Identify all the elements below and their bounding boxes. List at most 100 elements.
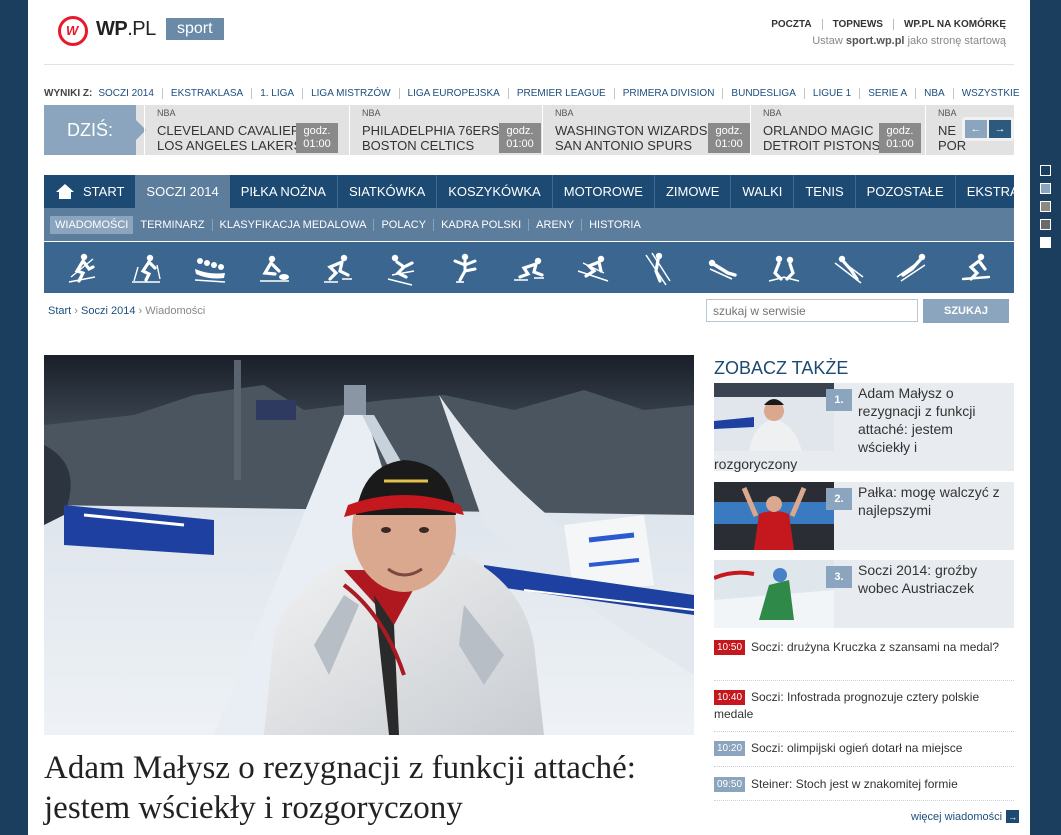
related-article[interactable]: 2. Pałka: mogę walczyć z najlepszymi: [714, 482, 1014, 550]
results-link[interactable]: 1. LIGA: [251, 88, 302, 99]
speed-skating-icon[interactable]: [318, 249, 356, 287]
logo-text: WP.PL: [96, 17, 156, 40]
game-time: godz. 01:00: [296, 123, 338, 153]
results-label: WYNIKI Z:: [44, 88, 93, 99]
news-item[interactable]: 09:50 Steiner: Stoch jest w znakomitej fo…: [714, 776, 1014, 793]
page-dot[interactable]: [1040, 165, 1051, 176]
results-link[interactable]: LIGUE 1: [803, 88, 859, 99]
breadcrumb-start[interactable]: Start: [48, 305, 71, 317]
related-title-tail: rozgoryczony: [714, 456, 798, 472]
news-divider: [714, 766, 1014, 767]
subnav-item-areny[interactable]: ARENY: [528, 218, 581, 231]
related-thumbnail: [714, 482, 834, 550]
wp-logo-icon: W: [54, 10, 94, 48]
ski-jumping-icon[interactable]: [638, 249, 676, 287]
game-card[interactable]: NBA CLEVELAND CAVALIERS LOS ANGELES LAKE…: [144, 105, 342, 155]
game-time: godz. 01:00: [499, 123, 541, 153]
news-item[interactable]: 10:20 Soczi: olimpijski ogień dotarł na m…: [714, 740, 1014, 757]
nav-item-zimowe[interactable]: ZIMOWE: [653, 175, 730, 208]
curling-icon[interactable]: [255, 249, 293, 287]
main-nav: START SOCZI 2014 PIŁKA NOŻNA SIATKÓWKA K…: [44, 175, 1019, 208]
results-link[interactable]: EKSTRAKLASA: [161, 88, 251, 99]
game-card[interactable]: NBA PHILADELPHIA 76ERS BOSTON CELTICS go…: [349, 105, 545, 155]
search-button[interactable]: SZUKAJ: [923, 299, 1009, 323]
nav-item-koszykowka[interactable]: KOSZYKÓWKA: [436, 175, 551, 208]
top-link-mobile[interactable]: WP.PL NA KOMÓRKĘ: [892, 19, 1006, 30]
hero-image[interactable]: [44, 355, 694, 735]
luge-icon[interactable]: [702, 249, 740, 287]
article-headline[interactable]: Adam Małysz o rezygnacji z funkcji attac…: [44, 748, 694, 828]
nav-item-start[interactable]: START: [44, 175, 135, 208]
news-item[interactable]: 10:40 Soczi: Infostrada prognozuje cztery…: [714, 689, 1014, 723]
nav-item-pilka-nozna[interactable]: PIŁKA NOŻNA: [230, 175, 337, 208]
results-link[interactable]: WSZYSTKIE: [952, 88, 1028, 99]
ice-hockey-icon[interactable]: [765, 249, 803, 287]
related-article[interactable]: 1. Adam Małysz o rezygnacji z funkcji at…: [714, 383, 1014, 472]
results-link[interactable]: SOCZI 2014: [98, 88, 162, 99]
short-track-icon[interactable]: [510, 249, 548, 287]
today-label: DZIŚ:: [44, 105, 146, 155]
arrow-left-icon[interactable]: ←: [965, 120, 987, 138]
wp-logo[interactable]: W WP.PL: [54, 10, 156, 48]
biathlon-icon[interactable]: [63, 249, 101, 287]
nav-item-siatkowka[interactable]: SIATKÓWKA: [336, 175, 436, 208]
news-divider: [714, 800, 1014, 801]
bobsleigh-icon[interactable]: [191, 249, 229, 287]
skeleton-icon[interactable]: [893, 249, 931, 287]
game-card[interactable]: NBA WASHINGTON WIZARDS SAN ANTONIO SPURS…: [542, 105, 754, 155]
subnav-item-kadra[interactable]: KADRA POLSKI: [433, 218, 528, 231]
news-title: Soczi: drużyna Kruczka z szansami na med…: [751, 640, 1000, 654]
news-title: Soczi: olimpijski ogień dotarł na miejsc…: [751, 741, 963, 755]
nav-item-soczi[interactable]: SOCZI 2014: [135, 175, 230, 208]
subnav-item-klasyfikacja[interactable]: KLASYFIKACJA MEDALOWA: [211, 218, 374, 231]
news-divider: [714, 731, 1014, 732]
news-time: 10:20: [714, 741, 745, 756]
nav-item-ekstra[interactable]: EKSTRA: [954, 175, 1030, 208]
results-bar: WYNIKI Z: SOCZI 2014 EKSTRAKLASA 1. LIGA…: [44, 88, 1028, 99]
nordic-combined-icon[interactable]: [829, 249, 867, 287]
page-dot[interactable]: [1040, 183, 1051, 194]
more-news-link[interactable]: więcej wiadomości →: [911, 810, 1020, 823]
breadcrumb-current: Wiadomości: [145, 305, 206, 317]
results-link[interactable]: BUNDESLIGA: [722, 88, 803, 99]
results-link[interactable]: PREMIER LEAGUE: [507, 88, 614, 99]
news-title: Soczi: Infostrada prognozuje cztery pols…: [714, 690, 980, 721]
cross-country-icon[interactable]: [127, 249, 165, 287]
game-time: godz. 01:00: [708, 123, 750, 153]
page-dot[interactable]: [1040, 237, 1051, 248]
page-dot[interactable]: [1040, 219, 1051, 230]
nav-item-tenis[interactable]: TENIS: [793, 175, 854, 208]
results-link[interactable]: PRIMERA DIVISION: [613, 88, 723, 99]
see-also-title: ZOBACZ TAKŻE: [714, 358, 849, 378]
results-link[interactable]: LIGA MISTRZÓW: [302, 88, 398, 99]
alpine-skiing-icon[interactable]: [574, 249, 612, 287]
related-title: Adam Małysz o rezygnacji z funkcji attac…: [858, 385, 976, 455]
related-number: 2.: [826, 488, 852, 510]
subnav-item-polacy[interactable]: POLACY: [373, 218, 433, 231]
subnav-item-wiadomosci[interactable]: WIADOMOŚCI: [50, 215, 134, 234]
top-link-poczta[interactable]: POCZTA: [761, 19, 821, 30]
nav-item-motorowe[interactable]: MOTOROWE: [551, 175, 654, 208]
figure-skating-icon[interactable]: [446, 249, 484, 287]
freestyle-icon[interactable]: [382, 249, 420, 287]
home-icon: [56, 184, 74, 199]
search-input[interactable]: [706, 299, 918, 322]
breadcrumb-soczi[interactable]: Soczi 2014: [81, 305, 135, 317]
nav-item-pozostale[interactable]: POZOSTAŁE: [854, 175, 955, 208]
nav-item-walki[interactable]: WALKI: [730, 175, 793, 208]
page-dot[interactable]: [1040, 201, 1051, 212]
subnav-item-terminarz[interactable]: TERMINARZ: [133, 219, 211, 231]
news-item[interactable]: 10:50 Soczi: drużyna Kruczka z szansami n…: [714, 639, 1014, 656]
results-link[interactable]: SERIE A: [859, 88, 915, 99]
subnav-item-historia[interactable]: HISTORIA: [581, 218, 648, 231]
snowboard-icon[interactable]: [957, 249, 995, 287]
results-link[interactable]: LIGA EUROPEJSKA: [398, 88, 508, 99]
arrow-right-icon[interactable]: →: [989, 120, 1011, 138]
related-article[interactable]: 3. Soczi 2014: groźby wobec Austriaczek: [714, 560, 1014, 628]
section-tag[interactable]: sport: [166, 18, 224, 40]
game-card[interactable]: NBA ORLANDO MAGIC DETROIT PISTONS godz. 0…: [750, 105, 925, 155]
results-link[interactable]: NBA: [915, 88, 953, 99]
news-divider: [714, 680, 1014, 681]
set-homepage[interactable]: Ustaw sport.wp.pl jako stronę startową: [812, 35, 1006, 47]
top-link-topnews[interactable]: TOPNEWS: [821, 19, 893, 30]
